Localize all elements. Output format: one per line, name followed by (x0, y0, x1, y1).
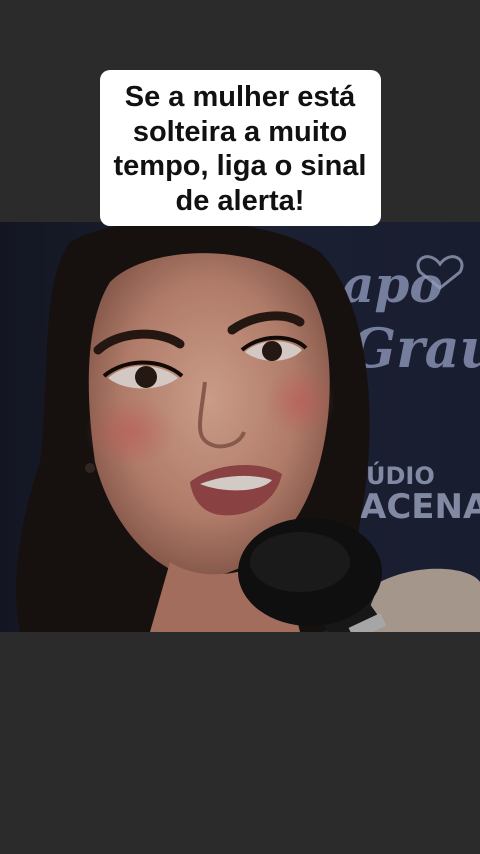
caption-overlay: Se a mulher está solteira a muito tempo,… (0, 70, 480, 226)
video-still: apo Grau ÚDIO ACENA (0, 222, 480, 632)
screen: apo Grau ÚDIO ACENA (0, 0, 480, 854)
caption-box: Se a mulher está solteira a muito tempo,… (99, 70, 381, 226)
caption-line-1: Se a mulher está (124, 81, 356, 113)
bottom-empty-area (0, 632, 480, 854)
caption-line-3: tempo, liga o sinal (113, 150, 367, 182)
video-frame[interactable]: apo Grau ÚDIO ACENA (0, 222, 480, 632)
video-dim (0, 222, 480, 632)
caption-line-2: solteira a muito (132, 115, 348, 148)
caption-line-4: de alerta! (175, 184, 305, 217)
